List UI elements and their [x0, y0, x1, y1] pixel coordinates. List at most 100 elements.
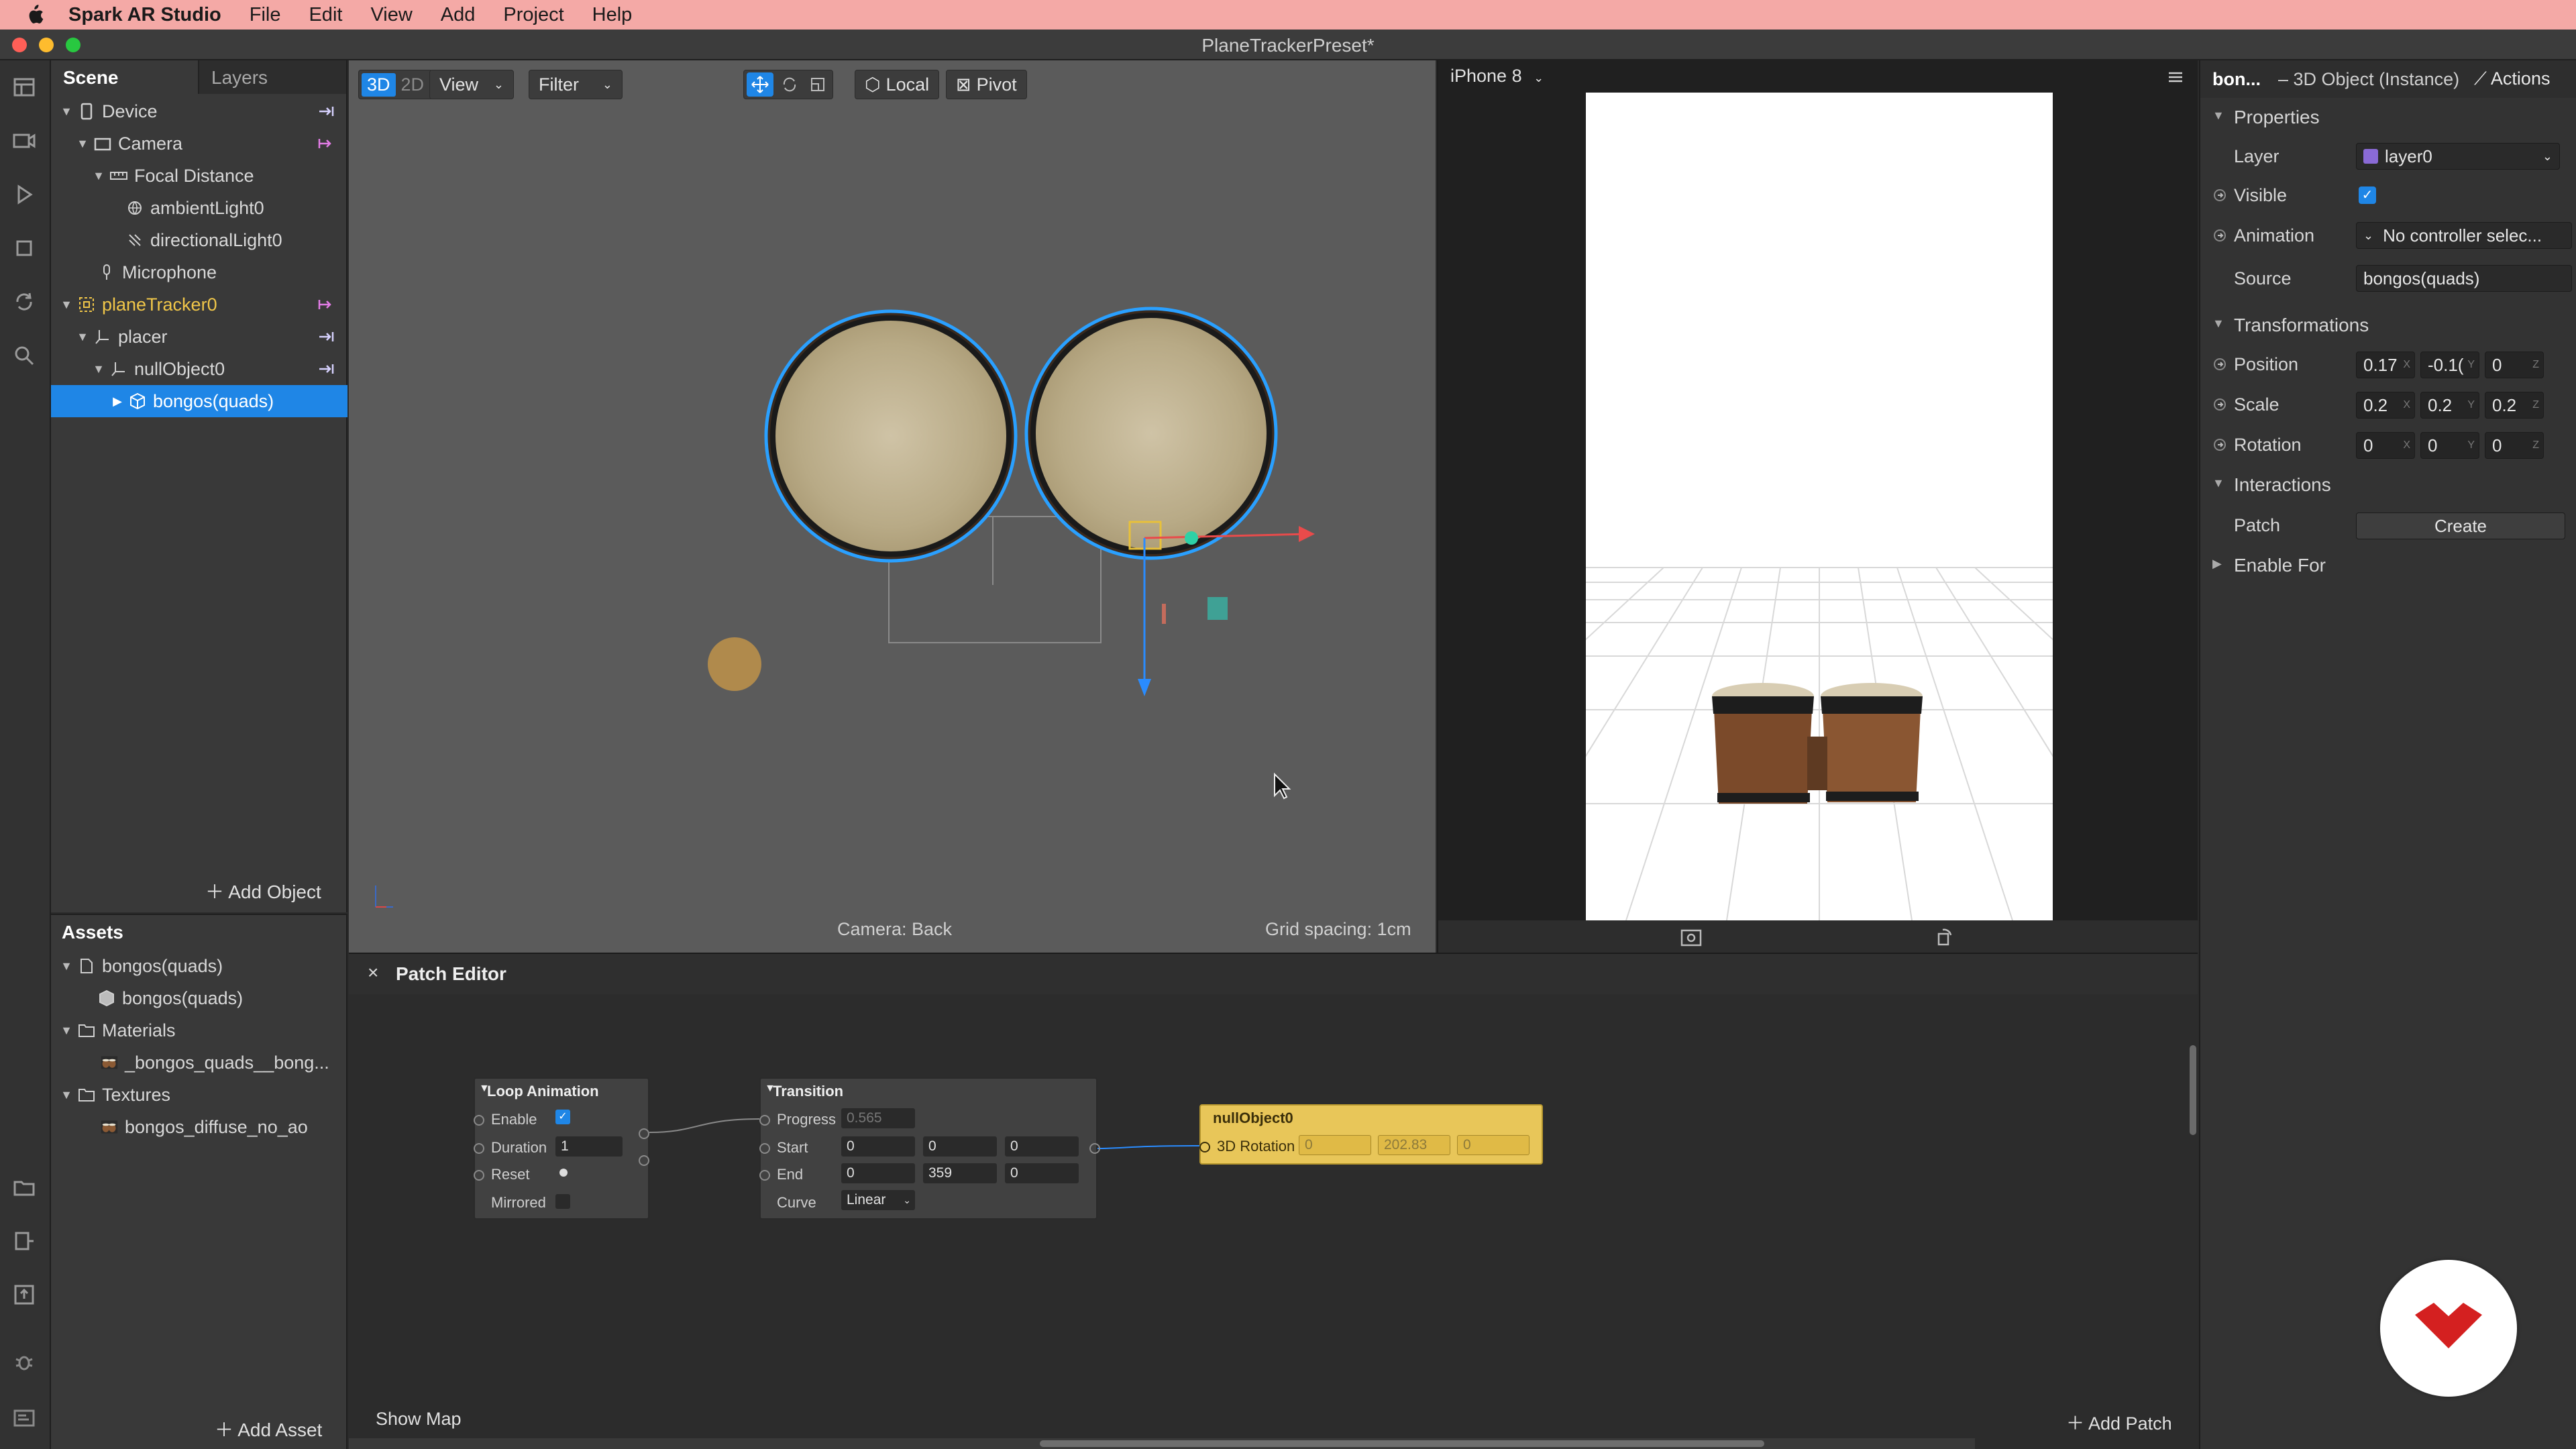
add-object-button[interactable]: ＋ Add Object	[205, 877, 321, 904]
end-y-field[interactable]: 359	[923, 1163, 997, 1183]
apple-icon[interactable]	[24, 4, 44, 25]
enable-for-section-header[interactable]: ▶ Enable For	[2200, 546, 2576, 585]
refresh-icon[interactable]	[9, 287, 39, 317]
scale-y-field[interactable]: 0.2 Y	[2420, 392, 2479, 419]
rotation-y-input[interactable]: 202.83	[1378, 1135, 1450, 1155]
rotation-z-input[interactable]: 0	[1457, 1135, 1529, 1155]
start-x-field[interactable]: 0	[841, 1136, 915, 1157]
menu-project[interactable]: Project	[503, 4, 564, 26]
progress-field[interactable]: 0.565	[841, 1108, 915, 1128]
output-port[interactable]	[639, 1128, 649, 1139]
connect-arrow-icon[interactable]	[2212, 188, 2227, 203]
scene-item-microphone[interactable]: Microphone	[51, 256, 347, 288]
asset-item-materials[interactable]: ▼ Materials	[51, 1014, 347, 1046]
play-icon[interactable]	[9, 180, 39, 209]
expand-caret-icon[interactable]: ▶	[111, 394, 123, 409]
position-y-field[interactable]: -0.1(Y	[2420, 352, 2479, 378]
scene-item-device[interactable]: ▼ Device	[51, 95, 347, 127]
scene-item-focal-distance[interactable]: ▼ Focal Distance	[51, 160, 347, 192]
show-map-button[interactable]: Show Map	[376, 1409, 462, 1430]
asset-item-bongos-mesh[interactable]: bongos(quads)	[51, 982, 347, 1014]
menu-help[interactable]: Help	[592, 4, 633, 26]
expand-caret-icon[interactable]: ▼	[60, 959, 72, 973]
duration-field[interactable]: 1	[555, 1136, 623, 1157]
menu-file[interactable]: File	[250, 4, 281, 26]
connect-arrow-icon[interactable]	[2212, 228, 2227, 243]
expand-caret-icon[interactable]: ▼	[93, 362, 105, 376]
source-field[interactable]: bongos(quads)	[2356, 265, 2572, 292]
curve-select[interactable]: Linear ⌄	[841, 1190, 915, 1210]
reset-pulse-button[interactable]	[559, 1169, 568, 1177]
expand-caret-icon[interactable]: ▼	[76, 330, 89, 344]
asset-item-material[interactable]: _bongos_quads__bong...	[51, 1046, 347, 1079]
link-out-icon[interactable]	[317, 362, 335, 376]
link-in-icon[interactable]	[317, 136, 335, 151]
position-x-field[interactable]: 0.17 X	[2356, 352, 2415, 378]
bug-icon[interactable]	[9, 1347, 39, 1377]
video-icon[interactable]	[9, 126, 39, 156]
link-out-icon[interactable]	[317, 104, 335, 119]
expand-caret-icon[interactable]: ▼	[93, 169, 105, 183]
scene-item-placer[interactable]: ▼ placer	[51, 321, 347, 353]
stop-icon[interactable]	[9, 233, 39, 263]
connect-arrow-icon[interactable]	[2212, 397, 2227, 412]
start-z-field[interactable]: 0	[1005, 1136, 1079, 1157]
console-icon[interactable]	[9, 1403, 39, 1433]
properties-section-header[interactable]: ▼ Properties	[2200, 98, 2576, 137]
input-port[interactable]	[474, 1143, 484, 1154]
input-port[interactable]	[759, 1115, 770, 1126]
input-port[interactable]	[474, 1115, 484, 1126]
app-name[interactable]: Spark AR Studio	[68, 4, 221, 26]
scene-item-plane-tracker[interactable]: ▼ planeTracker0	[51, 288, 347, 321]
patch-vertical-scrollbar[interactable]	[2190, 1045, 2196, 1135]
layer-select[interactable]: layer0 ⌄	[2356, 143, 2560, 170]
add-asset-button[interactable]: ＋ Add Asset	[215, 1415, 322, 1442]
asset-item-textures[interactable]: ▼ Textures	[51, 1079, 347, 1111]
expand-caret-icon[interactable]: ▼	[60, 298, 72, 312]
rotate-device-icon[interactable]	[1935, 927, 1955, 947]
actions-button[interactable]: ⟋ Actions	[2474, 68, 2550, 90]
expand-caret-icon[interactable]: ▼	[60, 1024, 72, 1038]
output-port[interactable]	[1089, 1143, 1100, 1154]
patch-horizontal-scrollbar[interactable]	[349, 1438, 1975, 1449]
position-z-field[interactable]: 0Z	[2485, 352, 2544, 378]
patch-editor[interactable]: × Patch Editor ▼ Loop Animation Enable ✓…	[349, 953, 2198, 1449]
scene-item-bongos[interactable]: ▶ bongos(quads)	[51, 385, 347, 417]
menu-edit[interactable]: Edit	[309, 4, 342, 26]
connect-arrow-icon[interactable]	[2212, 357, 2227, 372]
visible-checkbox[interactable]: ✓	[2359, 186, 2376, 204]
scene-item-directional-light[interactable]: directionalLight0	[51, 224, 347, 256]
link-in-icon[interactable]	[317, 297, 335, 312]
connect-arrow-icon[interactable]	[2212, 437, 2227, 452]
scrollbar-thumb[interactable]	[1040, 1440, 1764, 1447]
scene-viewport[interactable]: 3D 2D View ⌄ Filter ⌄ ⬡ Local ⊠ Pivot Ca…	[349, 60, 1436, 953]
enable-checkbox[interactable]: ✓	[555, 1110, 570, 1124]
transition-node[interactable]: ▼ Transition Progress 0.565 Start 0 0 0 …	[759, 1077, 1100, 1220]
device-preview-icon[interactable]	[9, 1226, 39, 1256]
screenshot-icon[interactable]	[1680, 927, 1703, 947]
scene-item-ambient-light[interactable]: ambientLight0	[51, 192, 347, 224]
scene-item-null-object[interactable]: ▼ nullObject0	[51, 353, 347, 385]
add-patch-button[interactable]: ＋ Add Patch	[2066, 1409, 2172, 1435]
null-object-node[interactable]: nullObject0 3D Rotation 0 202.83 0	[1199, 1104, 1543, 1165]
tab-layers[interactable]: Layers	[198, 60, 346, 94]
mirrored-checkbox[interactable]	[555, 1194, 570, 1209]
layout-icon[interactable]	[9, 72, 39, 102]
scene-item-camera[interactable]: ▼ Camera	[51, 127, 347, 160]
menu-view[interactable]: View	[370, 4, 412, 26]
expand-caret-icon[interactable]: ▼	[60, 1088, 72, 1102]
end-z-field[interactable]: 0	[1005, 1163, 1079, 1183]
asset-item-texture[interactable]: bongos_diffuse_no_ao	[51, 1111, 347, 1143]
transformations-section-header[interactable]: ▼ Transformations	[2200, 306, 2576, 345]
export-icon[interactable]	[9, 1280, 39, 1309]
rotation-x-field[interactable]: 0X	[2356, 432, 2415, 459]
loop-animation-node[interactable]: ▼ Loop Animation Enable ✓ Duration 1 Res…	[474, 1077, 649, 1220]
folder-upload-icon[interactable]	[9, 1173, 39, 1202]
rotation-x-input[interactable]: 0	[1299, 1135, 1371, 1155]
input-port[interactable]	[1199, 1142, 1210, 1152]
output-port[interactable]	[639, 1155, 649, 1166]
create-patch-button[interactable]: Create	[2356, 513, 2565, 539]
rotation-z-field[interactable]: 0Z	[2485, 432, 2544, 459]
device-selector[interactable]: iPhone 8 ⌄	[1450, 66, 1544, 87]
interactions-section-header[interactable]: ▼ Interactions	[2200, 466, 2576, 504]
